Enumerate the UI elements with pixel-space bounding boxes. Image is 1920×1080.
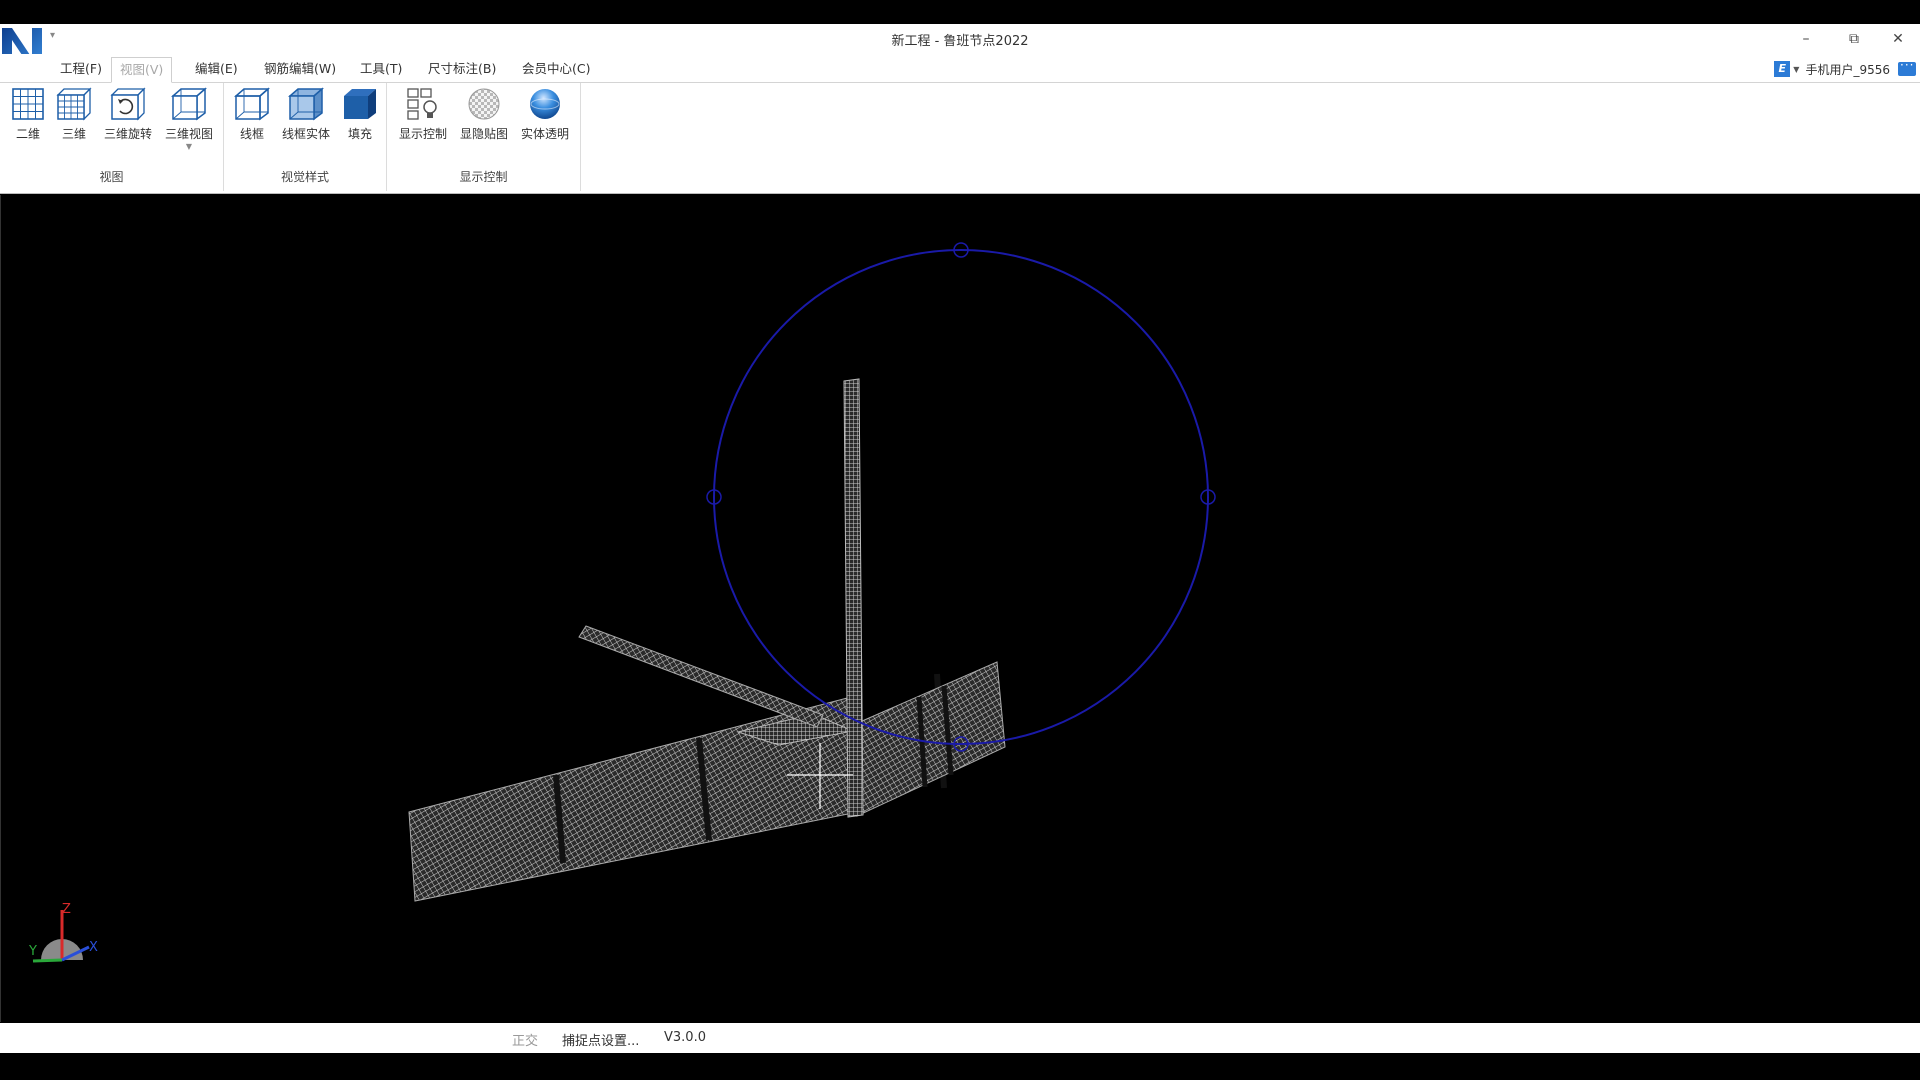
rotate-3d-icon bbox=[110, 87, 146, 121]
wireframe-label: 线框 bbox=[239, 127, 264, 141]
user-area: E ▼ 手机用户_9556 bbox=[1774, 58, 1920, 80]
menu-member-center[interactable]: 会员中心(C) bbox=[514, 57, 598, 81]
toggle-texture-label: 显隐贴图 bbox=[459, 127, 508, 141]
solid-transparent-button[interactable]: 实体透明 bbox=[517, 87, 573, 142]
model-beam-diagonal[interactable] bbox=[578, 625, 824, 728]
window-title: 新工程 - 鲁班节点2022 bbox=[891, 34, 1029, 49]
view-2d-button[interactable]: 二维 bbox=[8, 87, 48, 142]
grid-2d-icon bbox=[12, 88, 44, 120]
view-3d-views-button[interactable]: 三维视图 ▼ bbox=[162, 87, 216, 151]
menu-dimension[interactable]: 尺寸标注(B) bbox=[420, 57, 504, 81]
view-3d-rotate-label: 三维旋转 bbox=[103, 127, 152, 141]
transparent-sphere-icon bbox=[530, 89, 560, 119]
ribbon-group-visual-style: 线框 线框实体 填充 视觉样式 bbox=[224, 83, 387, 191]
screen-bottom-border bbox=[0, 1053, 1920, 1080]
wireframe-solid-button[interactable]: 线框实体 bbox=[278, 87, 334, 142]
scene-canvas[interactable]: Z X Y bbox=[1, 195, 1920, 1022]
texture-sphere-icon bbox=[468, 88, 500, 120]
restore-button[interactable]: ⧉ bbox=[1834, 26, 1874, 52]
version-label: V3.0.0 bbox=[664, 1030, 706, 1045]
model-wall-right[interactable] bbox=[852, 661, 1006, 817]
axis-x-label: X bbox=[89, 940, 98, 955]
close-button[interactable]: ✕ bbox=[1878, 26, 1918, 52]
view-3d-label: 三维 bbox=[61, 127, 86, 141]
axis-triad: Z X Y bbox=[28, 902, 98, 963]
wireframe-solid-label: 线框实体 bbox=[281, 127, 330, 141]
ribbon-group-label: 视觉样式 bbox=[280, 170, 329, 184]
ribbon-group-view: 二维 三维 三维旋转 三维视图 ▼ 视图 bbox=[0, 83, 224, 191]
3d-viewport[interactable]: Z X Y bbox=[0, 195, 1920, 1022]
toggle-texture-button[interactable]: 显隐贴图 bbox=[457, 87, 511, 142]
app-badge-icon[interactable]: E bbox=[1774, 61, 1791, 77]
fill-button[interactable]: 填充 bbox=[340, 87, 380, 142]
cube-views-icon bbox=[171, 87, 207, 121]
user-name[interactable]: 手机用户_9556 bbox=[1805, 61, 1890, 78]
view-3d-button[interactable]: 三维 bbox=[54, 87, 94, 142]
menu-bar: 工程(F) 视图(V) 编辑(E) 钢筋编辑(W) 工具(T) 尺寸标注(B) … bbox=[0, 54, 1920, 83]
status-bar: 正交 捕捉点设置... V3.0.0 bbox=[0, 1023, 1920, 1053]
menu-rebar-edit[interactable]: 钢筋编辑(W) bbox=[256, 57, 344, 81]
display-control-label: 显示控制 bbox=[398, 127, 447, 141]
message-icon[interactable] bbox=[1898, 58, 1916, 76]
display-control-icon bbox=[407, 88, 437, 120]
snap-settings-button[interactable]: 捕捉点设置... bbox=[562, 1030, 639, 1049]
title-bar: ▾ 新工程 - 鲁班节点2022 – ⧉ ✕ bbox=[0, 24, 1920, 70]
axis-z-label: Z bbox=[62, 902, 71, 917]
ribbon-group-label: 视图 bbox=[99, 170, 124, 184]
ribbon: 二维 三维 三维旋转 三维视图 ▼ 视图 线框 线框实体 填充 视觉样式 显示控… bbox=[0, 83, 1920, 194]
chevron-down-icon[interactable]: ▼ bbox=[1793, 65, 1799, 74]
wireframe-solid-cube-icon bbox=[288, 87, 324, 121]
view-3d-rotate-button[interactable]: 三维旋转 bbox=[100, 87, 156, 142]
menu-project[interactable]: 工程(F) bbox=[52, 57, 110, 81]
grid-3d-icon bbox=[56, 87, 92, 121]
view-2d-label: 二维 bbox=[15, 127, 40, 141]
wireframe-cube-icon bbox=[234, 87, 270, 121]
fill-label: 填充 bbox=[347, 127, 372, 141]
menu-edit[interactable]: 编辑(E) bbox=[187, 57, 246, 81]
menu-tools[interactable]: 工具(T) bbox=[352, 57, 410, 81]
ortho-mode-toggle[interactable]: 正交 bbox=[512, 1030, 538, 1049]
solid-transparent-label: 实体透明 bbox=[520, 127, 569, 141]
filled-cube-icon bbox=[344, 89, 376, 119]
menu-view[interactable]: 视图(V) bbox=[111, 57, 173, 83]
display-control-button[interactable]: 显示控制 bbox=[395, 87, 451, 142]
wireframe-button[interactable]: 线框 bbox=[232, 87, 272, 142]
ribbon-group-label: 显示控制 bbox=[459, 170, 508, 184]
chevron-down-icon[interactable]: ▼ bbox=[162, 142, 216, 151]
ribbon-group-display-control: 显示控制 显隐贴图 实体透明 显示控制 bbox=[387, 83, 581, 191]
screen-top-border bbox=[0, 0, 1920, 24]
view-3d-views-label: 三维视图 bbox=[164, 127, 213, 141]
axis-y-label: Y bbox=[28, 944, 37, 959]
orbit-circle[interactable] bbox=[713, 249, 1209, 745]
minimize-button[interactable]: – bbox=[1786, 26, 1826, 52]
